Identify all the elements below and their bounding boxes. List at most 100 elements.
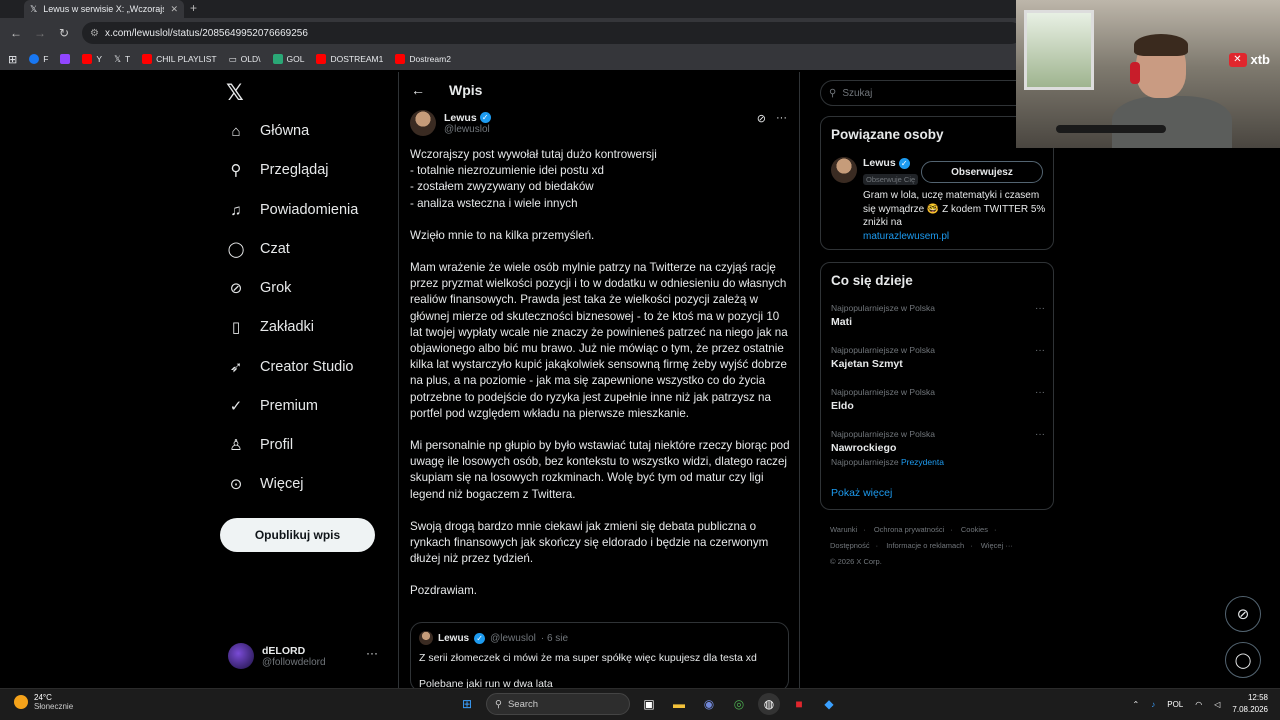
quote-time: · 6 sie	[540, 632, 569, 644]
footer-link[interactable]: Cookies	[961, 525, 988, 534]
footer-link[interactable]: Więcej ···	[981, 541, 1013, 550]
footer-link[interactable]: Warunki	[830, 525, 857, 534]
nav-item-creator-studio[interactable]: ➶ Creator Studio	[226, 354, 354, 380]
post-author[interactable]: Lewus ✓ @lewuslol	[410, 110, 491, 136]
user-name: Lewus	[863, 157, 896, 169]
bio-link[interactable]: maturazlewusem.pl	[863, 231, 949, 242]
bookmark-item[interactable]: 𝕏T	[114, 54, 130, 65]
bookmark-icon: ▯	[231, 319, 241, 336]
bookmark-item[interactable]: Y	[82, 54, 102, 64]
more-icon[interactable]: ···	[776, 112, 787, 125]
wifi-icon[interactable]: ◠	[1195, 700, 1202, 709]
post-paragraph: Wzięło mnie to na kilka przemyśleń.	[410, 228, 595, 242]
verified-badge-icon: ✓	[898, 157, 910, 169]
more-icon[interactable]: ···	[1035, 387, 1045, 398]
more-icon[interactable]: ···	[1035, 345, 1045, 356]
bookmark-item[interactable]: F	[29, 54, 48, 64]
nav-item-more[interactable]: ⊙ Więcej	[226, 471, 304, 497]
back-icon[interactable]: ←	[4, 26, 28, 40]
account-name: dELORD	[262, 644, 306, 657]
author-name: Lewus	[444, 111, 477, 124]
reload-icon[interactable]: ↻	[52, 26, 76, 40]
address-input[interactable]: ⚙ x.com/lewuslol/status/2085649952076669…	[82, 22, 1022, 44]
account-switcher[interactable]: dELORD @followdelord ···	[228, 640, 388, 672]
chevron-up-icon[interactable]: ⌃	[1133, 700, 1140, 709]
sun-icon	[14, 695, 28, 709]
avatar[interactable]	[410, 110, 436, 136]
following-button[interactable]: Obserwujesz	[921, 161, 1043, 183]
headset-icon	[1130, 62, 1140, 84]
youtube-icon	[142, 54, 153, 64]
task-view-icon[interactable]: ▣	[638, 693, 660, 715]
nav-item-home[interactable]: ⌂ Główna	[226, 118, 309, 144]
user-bio: Gram w lola, uczę matematyki i czasem si…	[863, 190, 1046, 242]
new-tab-button[interactable]: +	[190, 1, 197, 15]
main-column: ← Wpis Lewus ✓ @lewuslol ⊘ ··· Wczorajszy…	[398, 72, 800, 692]
xtb-logo: ✕ xtb	[1228, 52, 1270, 67]
nav-item-explore[interactable]: ⚲ Przeglądaj	[226, 157, 329, 183]
browser-tab[interactable]: 𝕏 Lewus w serwisie X: „Wczorajszy ✕	[24, 0, 184, 18]
show-more-link[interactable]: Pokaż więcej	[831, 487, 892, 499]
volume-icon[interactable]: ◁	[1214, 700, 1220, 709]
more-icon[interactable]: ···	[1035, 429, 1045, 440]
trend-item[interactable]: Najpopularniejsze w Polska Nawrockiego N…	[831, 429, 1045, 467]
bookmark-item[interactable]: DOSTREAM1	[316, 54, 383, 64]
grok-icon[interactable]: ⊘	[757, 112, 766, 125]
nav-item-bookmarks[interactable]: ▯ Zakładki	[226, 314, 314, 340]
apps-icon[interactable]: ⊞	[8, 53, 17, 66]
more-icon[interactable]: ···	[366, 646, 378, 660]
bookmark-item[interactable]: CHIL PLAYLIST	[142, 54, 217, 64]
x-logo-icon[interactable]: 𝕏	[226, 80, 244, 106]
app-red-icon[interactable]: ■	[788, 693, 810, 715]
bookmark-folder[interactable]: ▭ OLD\	[229, 54, 261, 65]
chrome-icon[interactable]: ◎	[728, 693, 750, 715]
nav-item-premium[interactable]: ✓ Premium	[226, 393, 318, 419]
webcam-person-body	[1112, 96, 1232, 148]
app-blue-icon[interactable]: ◆	[818, 693, 840, 715]
taskbar-search[interactable]: ⚲ Search	[486, 693, 630, 715]
bookmark-item[interactable]	[60, 54, 71, 64]
search-icon: ⚲	[495, 698, 502, 710]
trend-item[interactable]: Najpopularniejsze w Polska Kajetan Szmyt…	[831, 345, 1045, 370]
footer-link[interactable]: Informacje o reklamach	[886, 541, 964, 550]
trend-item[interactable]: Najpopularniejsze w Polska Mati ···	[831, 303, 1045, 328]
publish-post-button[interactable]: Opublikuj wpis	[220, 518, 375, 552]
quote-author-handle: @lewuslol	[490, 632, 536, 644]
close-tab-icon[interactable]: ✕	[170, 4, 178, 15]
grok-fab-icon[interactable]: ⊘	[1225, 596, 1261, 632]
nav-item-notifications[interactable]: ♫ Powiadomienia	[226, 197, 358, 223]
obs-icon[interactable]: ◍	[758, 693, 780, 715]
nav-item-chat[interactable]: ◯ Czat	[226, 236, 290, 262]
clock[interactable]: 12:58 7.08.2026	[1232, 692, 1268, 716]
avatar[interactable]	[831, 157, 857, 183]
post-actions: ⊘ ···	[757, 112, 787, 125]
windows-start-icon[interactable]: ⊞	[456, 693, 478, 715]
post-paragraph: Wczorajszy post wywołał tutaj dużo kontr…	[410, 148, 657, 210]
file-explorer-icon[interactable]: ▬	[668, 693, 690, 715]
language-indicator[interactable]: POL	[1167, 700, 1183, 709]
youtube-icon	[395, 54, 406, 64]
nav-item-grok[interactable]: ⊘ Grok	[226, 275, 292, 301]
bell-icon: ♫	[230, 201, 242, 219]
search-placeholder: Szukaj	[842, 87, 873, 99]
back-arrow-icon[interactable]: ←	[411, 82, 425, 98]
bookmark-item[interactable]: GOL	[272, 54, 304, 64]
trend-item[interactable]: Najpopularniejsze w Polska Eldo ···	[831, 387, 1045, 412]
microphone-icon[interactable]: ♪	[1151, 700, 1155, 709]
post-paragraph: Mam wrażenie że wiele osób mylnie patrzy…	[410, 261, 788, 420]
post-paragraph: Swoją drogą bardzo mnie ciekawi jak zmie…	[410, 519, 769, 566]
system-tray: ⌃ ♪ POL ◠ ◁ 12:58 7.08.2026	[1133, 692, 1268, 716]
footer-link[interactable]: Ochrona prywatności	[874, 525, 944, 534]
suggested-user[interactable]: Lewus ✓ Obserwuje Cię	[831, 157, 919, 187]
discord-icon[interactable]: ◉	[698, 693, 720, 715]
bookmark-item[interactable]: Dostream2	[395, 54, 451, 64]
nav-item-profile[interactable]: ♙ Profil	[226, 432, 293, 458]
more-icon[interactable]: ···	[1035, 303, 1045, 314]
footer-link[interactable]: Dostępność	[830, 541, 870, 550]
forward-icon[interactable]: →	[28, 26, 52, 40]
quoted-post[interactable]: Lewus ✓ @lewuslol · 6 sie Z serii złomec…	[410, 622, 789, 692]
messages-fab-icon[interactable]: ◯	[1225, 642, 1261, 678]
site-info-icon[interactable]: ⚙	[90, 28, 99, 39]
user-icon: ♙	[229, 437, 243, 454]
weather-widget[interactable]: 24°C Słonecznie	[14, 693, 73, 711]
